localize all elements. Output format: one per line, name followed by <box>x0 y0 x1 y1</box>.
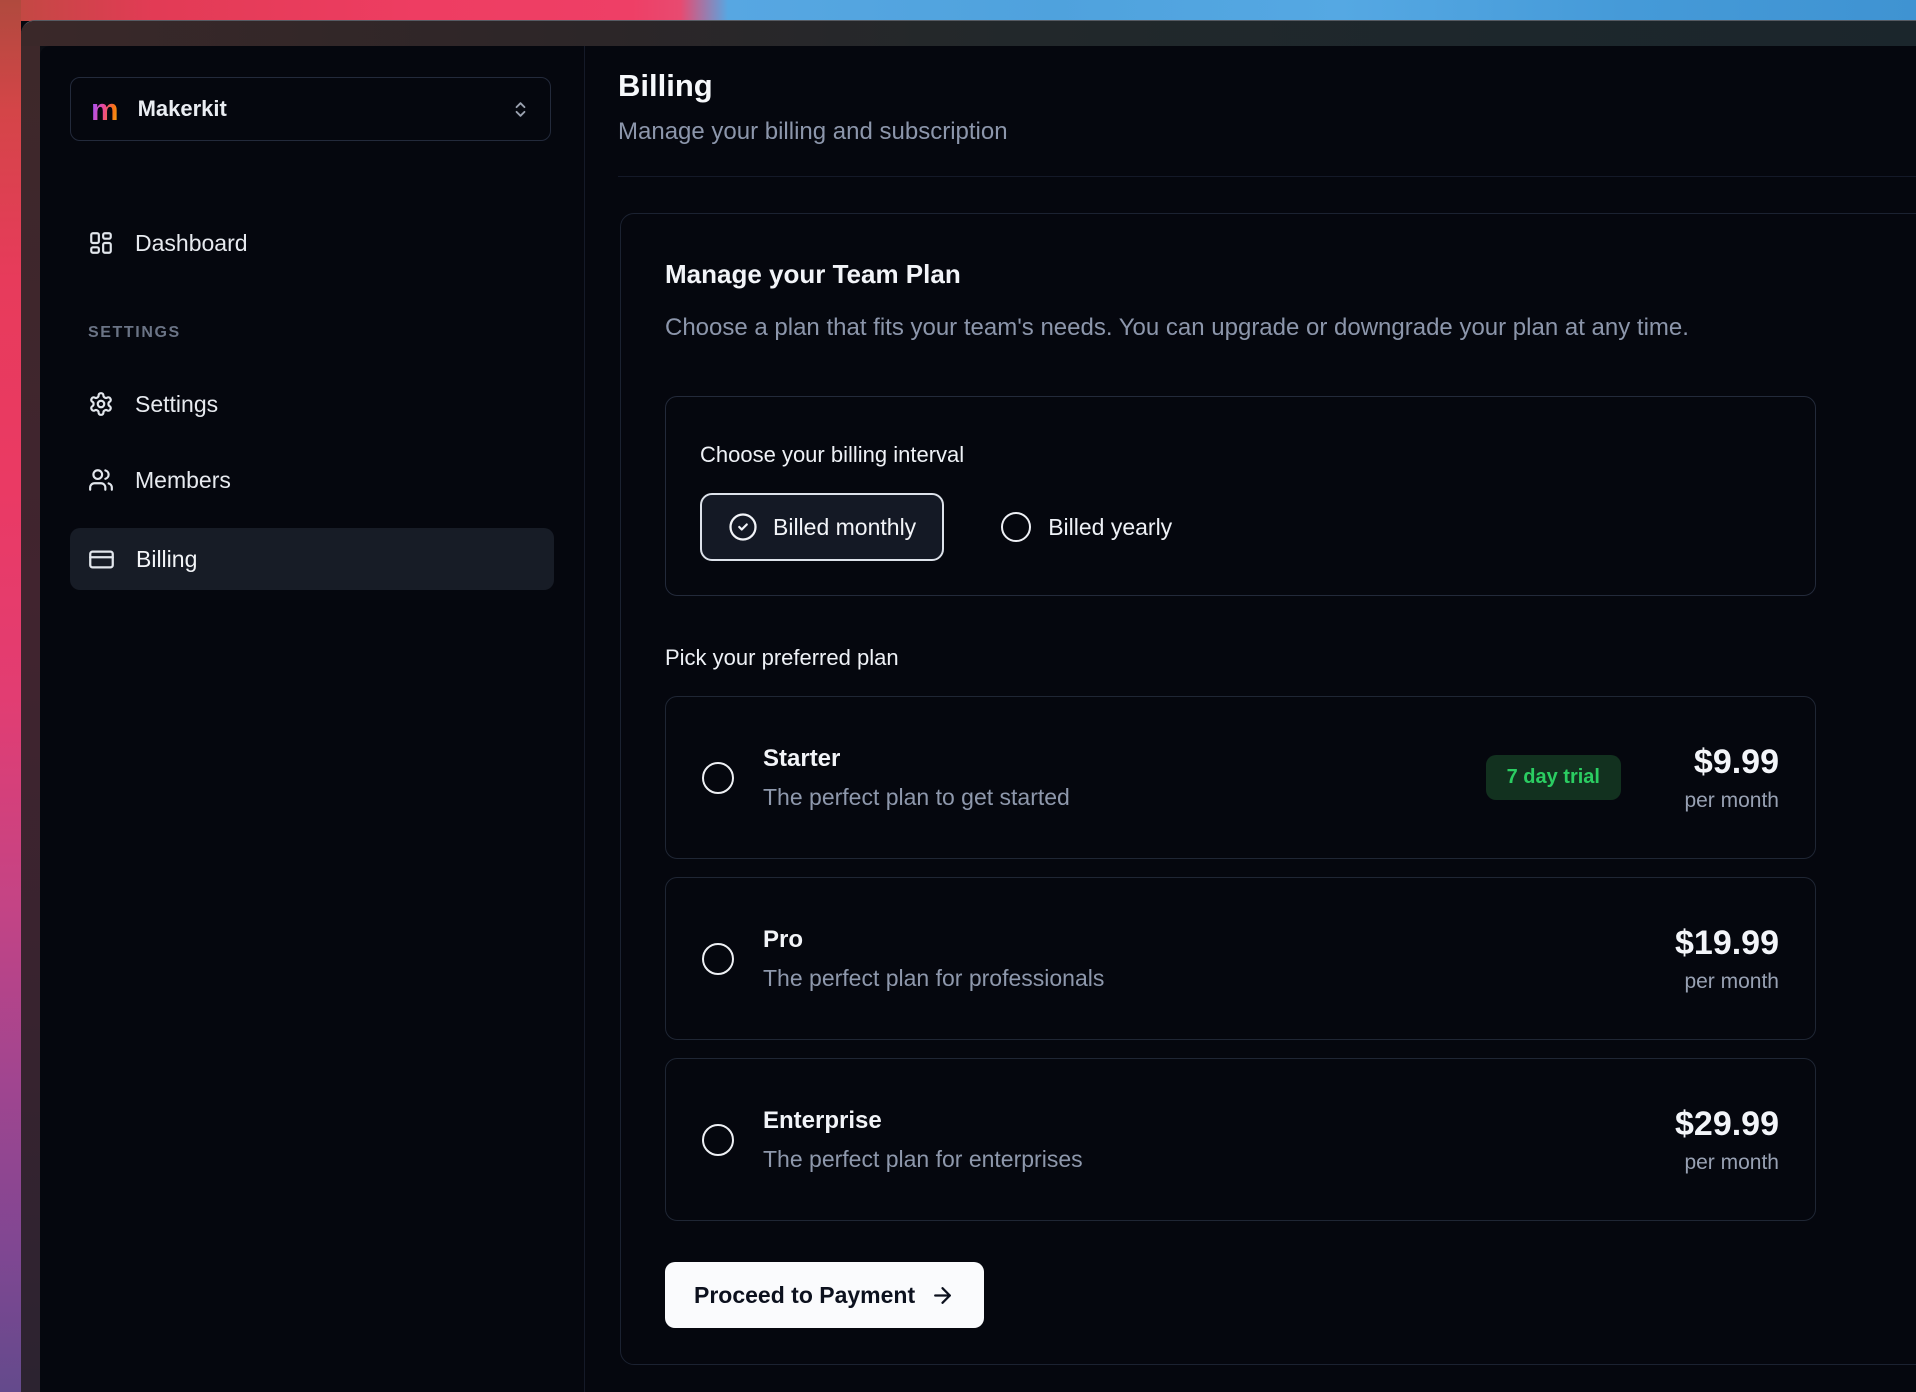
card-subtitle: Choose a plan that fits your team's need… <box>665 312 1916 343</box>
desktop-wallpaper-top <box>0 0 1916 21</box>
sidebar-item-label: Billing <box>136 546 197 573</box>
page-subtitle: Manage your billing and subscription <box>618 116 1916 148</box>
plan-row-enterprise[interactable]: Enterprise The perfect plan for enterpri… <box>665 1058 1816 1221</box>
screen: m Makerkit Dashboard SETTINGS <box>0 0 1916 1392</box>
plan-text: Enterprise The perfect plan for enterpri… <box>763 1107 1083 1173</box>
radio-unselected-icon <box>1001 512 1031 542</box>
billed-monthly-label: Billed monthly <box>773 514 916 541</box>
workspace-selector[interactable]: m Makerkit <box>70 77 551 141</box>
plans-label: Pick your preferred plan <box>665 645 1916 671</box>
billed-yearly-option[interactable]: Billed yearly <box>1001 512 1172 542</box>
workspace-name: Makerkit <box>138 96 227 122</box>
sidebar-item-label: Dashboard <box>135 230 248 257</box>
credit-card-icon <box>88 546 115 573</box>
plan-description: The perfect plan to get started <box>763 784 1070 811</box>
sidebar-item-label: Settings <box>135 391 218 418</box>
billing-interval-label: Choose your billing interval <box>700 442 1781 468</box>
plan-pricing: $29.99 per month <box>1659 1105 1779 1175</box>
main-content: Billing Manage your billing and subscrip… <box>585 46 1916 1392</box>
plan-period: per month <box>1659 970 1779 994</box>
sidebar: m Makerkit Dashboard SETTINGS <box>40 46 585 1392</box>
plan-period: per month <box>1659 1151 1779 1175</box>
arrow-right-icon <box>930 1283 955 1308</box>
plan-name: Enterprise <box>763 1107 1083 1135</box>
plan-price: $9.99 <box>1659 743 1779 782</box>
sidebar-nav: Dashboard SETTINGS Settings <box>40 219 584 590</box>
users-icon <box>88 467 114 493</box>
sidebar-item-dashboard[interactable]: Dashboard <box>70 219 554 267</box>
price-block: $29.99 per month <box>1659 1105 1779 1175</box>
plan-period: per month <box>1659 789 1779 813</box>
plan-description: The perfect plan for enterprises <box>763 1146 1083 1173</box>
price-block: $9.99 per month <box>1659 743 1779 813</box>
radio-unselected-icon[interactable] <box>702 1124 734 1156</box>
window-titlebar <box>21 21 1916 46</box>
plan-text: Pro The perfect plan for professionals <box>763 926 1104 992</box>
price-block: $19.99 per month <box>1659 924 1779 994</box>
desktop-wallpaper-left <box>0 0 21 1392</box>
page-title: Billing <box>618 65 1916 107</box>
dashboard-icon <box>88 230 114 256</box>
billing-interval-options: Billed monthly Billed yearly <box>700 493 1781 561</box>
makerkit-logo-icon: m <box>91 94 119 125</box>
gear-icon <box>88 391 114 417</box>
plan-row-starter[interactable]: Starter The perfect plan to get started … <box>665 696 1816 859</box>
trial-badge: 7 day trial <box>1486 755 1621 800</box>
billing-interval-box: Choose your billing interval Billed mont… <box>665 396 1816 596</box>
plan-name: Starter <box>763 745 1070 773</box>
sidebar-section-label: SETTINGS <box>88 324 554 342</box>
proceed-to-payment-button[interactable]: Proceed to Payment <box>665 1262 984 1328</box>
billed-yearly-label: Billed yearly <box>1048 514 1172 541</box>
proceed-to-payment-label: Proceed to Payment <box>694 1282 915 1309</box>
plan-pricing: $19.99 per month <box>1659 924 1779 994</box>
header-divider <box>618 176 1916 177</box>
chevrons-up-down-icon <box>511 100 530 119</box>
app-window: m Makerkit Dashboard SETTINGS <box>21 20 1916 1392</box>
plan-pricing: 7 day trial $9.99 per month <box>1486 743 1779 813</box>
sidebar-item-billing[interactable]: Billing <box>70 528 554 590</box>
app-surface: m Makerkit Dashboard SETTINGS <box>40 46 1916 1392</box>
sidebar-item-label: Members <box>135 467 231 494</box>
plan-price: $19.99 <box>1659 924 1779 963</box>
card-title: Manage your Team Plan <box>665 258 1916 291</box>
radio-unselected-icon[interactable] <box>702 943 734 975</box>
plan-list: Starter The perfect plan to get started … <box>665 696 1916 1221</box>
plan-text: Starter The perfect plan to get started <box>763 745 1070 811</box>
window-frame-edge <box>21 46 40 1392</box>
sidebar-item-settings[interactable]: Settings <box>70 380 554 428</box>
billed-monthly-option[interactable]: Billed monthly <box>700 493 944 561</box>
radio-unselected-icon[interactable] <box>702 762 734 794</box>
team-plan-card: Manage your Team Plan Choose a plan that… <box>620 213 1916 1365</box>
plan-name: Pro <box>763 926 1104 954</box>
plan-row-pro[interactable]: Pro The perfect plan for professionals $… <box>665 877 1816 1040</box>
sidebar-item-members[interactable]: Members <box>70 456 554 504</box>
check-circle-icon <box>728 512 758 542</box>
plan-description: The perfect plan for professionals <box>763 965 1104 992</box>
plan-price: $29.99 <box>1659 1105 1779 1144</box>
